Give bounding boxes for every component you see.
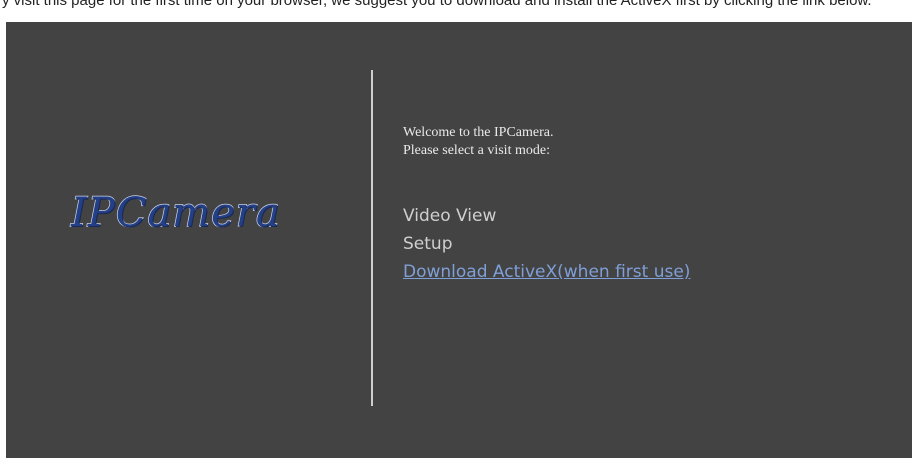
- video-view-link[interactable]: Video View: [403, 202, 690, 230]
- top-info-text: y visit this page for the first time on …: [2, 0, 872, 9]
- welcome-message: Welcome to the IPCamera. Please select a…: [403, 124, 554, 160]
- top-info-strip: y visit this page for the first time on …: [0, 0, 912, 22]
- download-activex-link[interactable]: Download ActiveX(when first use): [403, 258, 690, 286]
- visit-mode-menu: Video View Setup Download ActiveX(when f…: [403, 202, 690, 286]
- welcome-line: Welcome to the IPCamera.: [403, 125, 554, 140]
- ipcamera-logo: IPCamera: [70, 189, 281, 237]
- select-mode-prompt: Please select a visit mode:: [403, 143, 550, 158]
- main-panel: IPCamera Welcome to the IPCamera. Please…: [6, 22, 912, 458]
- vertical-divider: [371, 70, 373, 406]
- setup-link[interactable]: Setup: [403, 230, 690, 258]
